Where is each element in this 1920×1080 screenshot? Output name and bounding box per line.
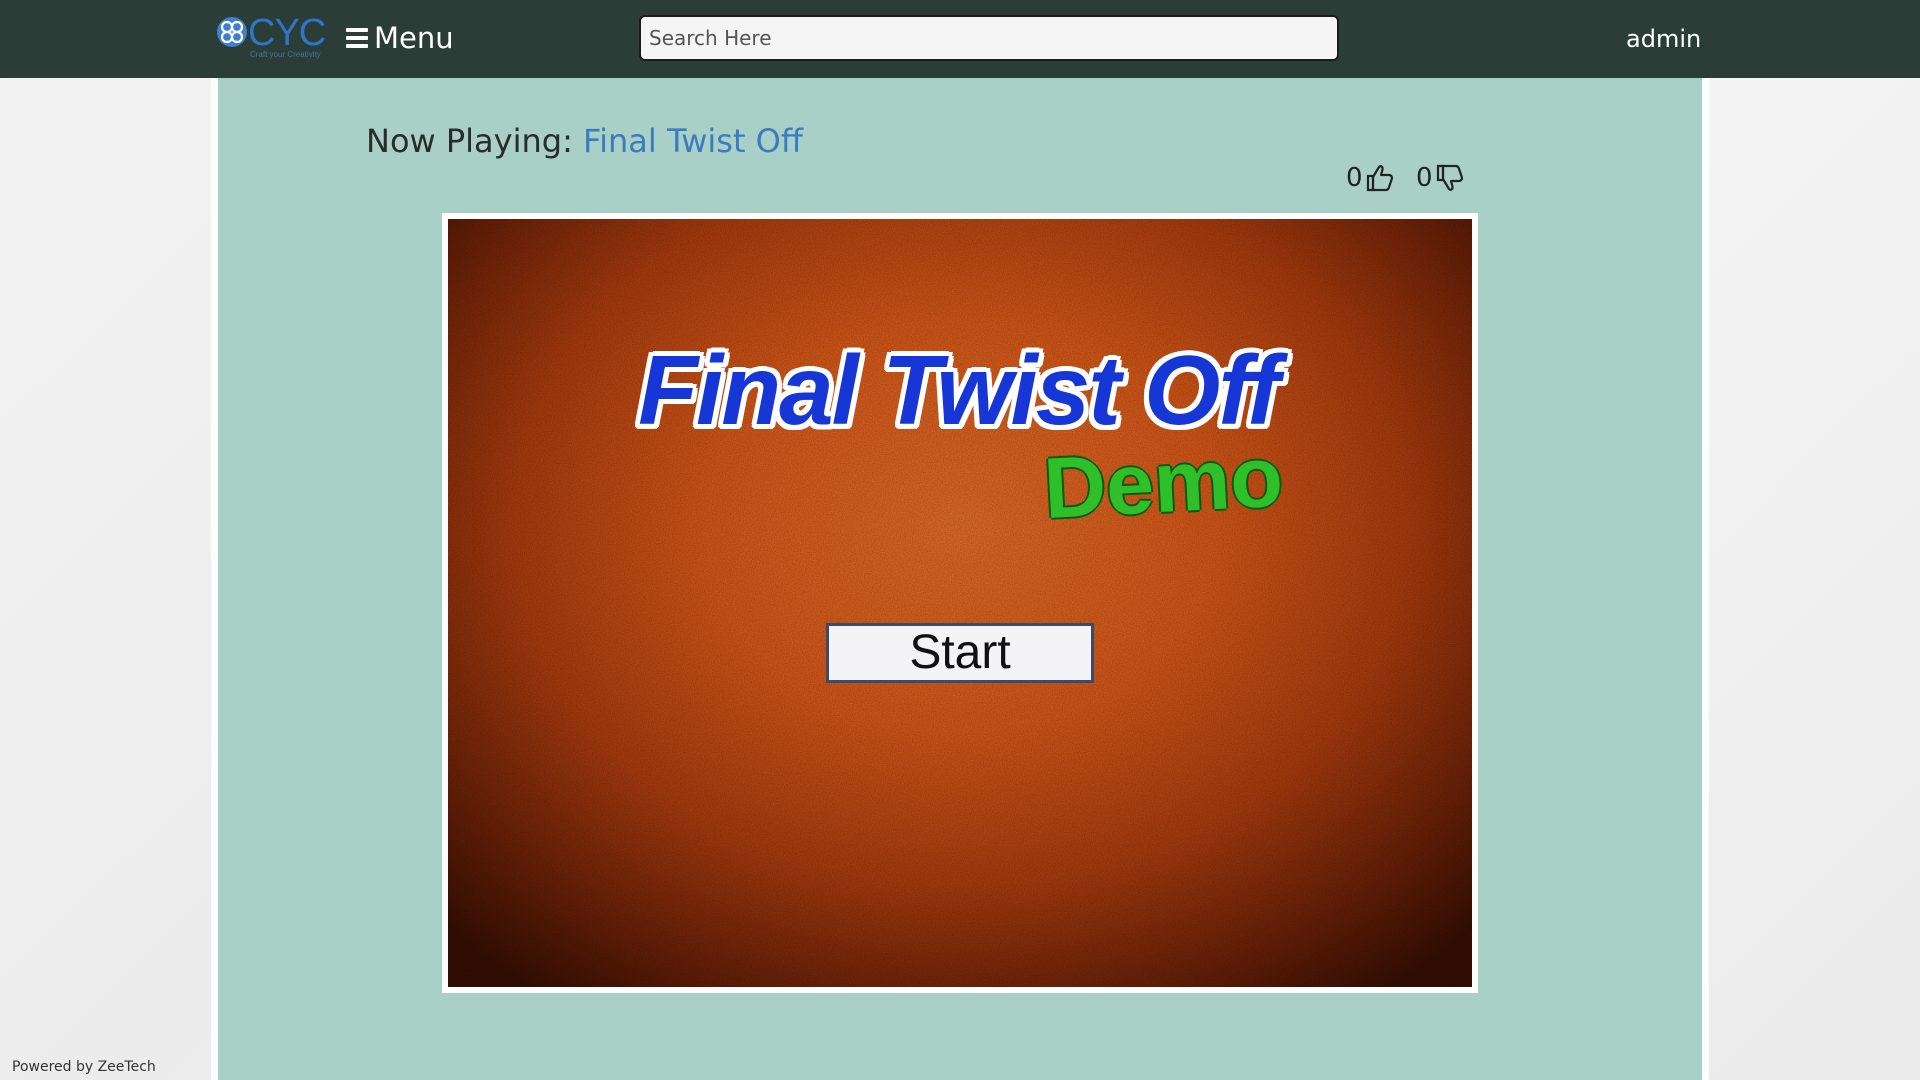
game-canvas[interactable]: Final Twist Off Demo Start — [448, 219, 1472, 987]
hamburger-icon — [346, 28, 368, 48]
logo-text: CYC — [248, 12, 326, 54]
dislike-control[interactable]: 0 — [1416, 158, 1467, 198]
game-screen-title: Final Twist Off — [638, 335, 1280, 445]
flower-logo-icon — [217, 17, 247, 47]
now-playing-label: Now Playing: — [366, 122, 584, 160]
logo-tagline: Craft your Creativity — [250, 50, 321, 59]
thumbs-down-icon[interactable] — [1435, 162, 1467, 194]
menu-button[interactable]: Menu — [346, 18, 454, 58]
top-navbar: CYC Craft your Creativity Menu admin — [0, 0, 1920, 78]
like-count: 0 — [1346, 163, 1363, 193]
user-menu[interactable]: admin — [1626, 24, 1701, 54]
search-input[interactable] — [639, 15, 1339, 61]
site-logo[interactable]: CYC Craft your Creativity — [216, 12, 326, 60]
game-title-link[interactable]: Final Twist Off — [583, 122, 803, 160]
start-button[interactable]: Start — [826, 623, 1094, 683]
menu-label: Menu — [374, 21, 454, 55]
dislike-count: 0 — [1416, 163, 1433, 193]
like-control[interactable]: 0 — [1346, 158, 1397, 198]
powered-by-text: Powered by ZeeTech — [12, 1059, 156, 1075]
thumbs-up-icon[interactable] — [1365, 162, 1397, 194]
now-playing-heading: Now Playing: Final Twist Off — [366, 120, 803, 162]
game-screen-subtitle: Demo — [1041, 428, 1286, 537]
